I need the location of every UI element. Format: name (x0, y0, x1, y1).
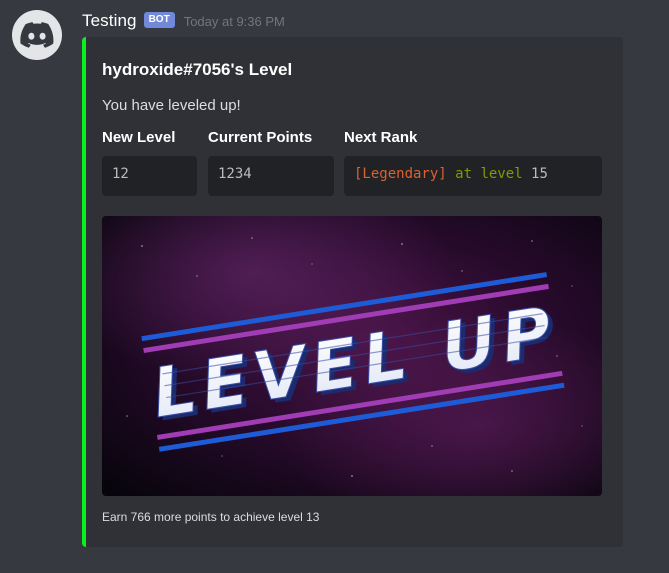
field-name-new-level: New Level (102, 129, 176, 146)
timestamp[interactable]: Today at 9:36 PM (184, 14, 285, 29)
field-name-current-points: Current Points (208, 129, 313, 146)
bot-avatar[interactable] (12, 10, 62, 60)
new-level-value: 12 (112, 166, 129, 182)
bot-tag: BOT (143, 12, 175, 28)
rank-level-number: 15 (531, 166, 548, 182)
username[interactable]: Testing (82, 11, 137, 31)
field-value-current-points: 1234 (208, 156, 334, 196)
embed-description: You have leveled up! (102, 97, 241, 114)
level-embed: hydroxide#7056's Level You have leveled … (82, 37, 623, 547)
level-up-graphic: LEVEL UP LEVEL UP (102, 216, 602, 496)
discord-logo-icon (20, 22, 54, 48)
field-value-new-level: 12 (102, 156, 197, 196)
level-up-image[interactable]: LEVEL UP LEVEL UP (102, 216, 602, 496)
embed-footer: Earn 766 more points to achieve level 13 (102, 510, 320, 524)
rank-name: [Legendary] (354, 166, 447, 182)
field-name-next-rank: Next Rank (344, 129, 418, 146)
message-header: Testing BOT Today at 9:36 PM (82, 11, 285, 31)
field-value-next-rank: [Legendary] at level 15 (344, 156, 602, 196)
rank-at-text: at level (455, 166, 523, 182)
current-points-value: 1234 (218, 166, 252, 182)
embed-title: hydroxide#7056's Level (102, 60, 293, 79)
